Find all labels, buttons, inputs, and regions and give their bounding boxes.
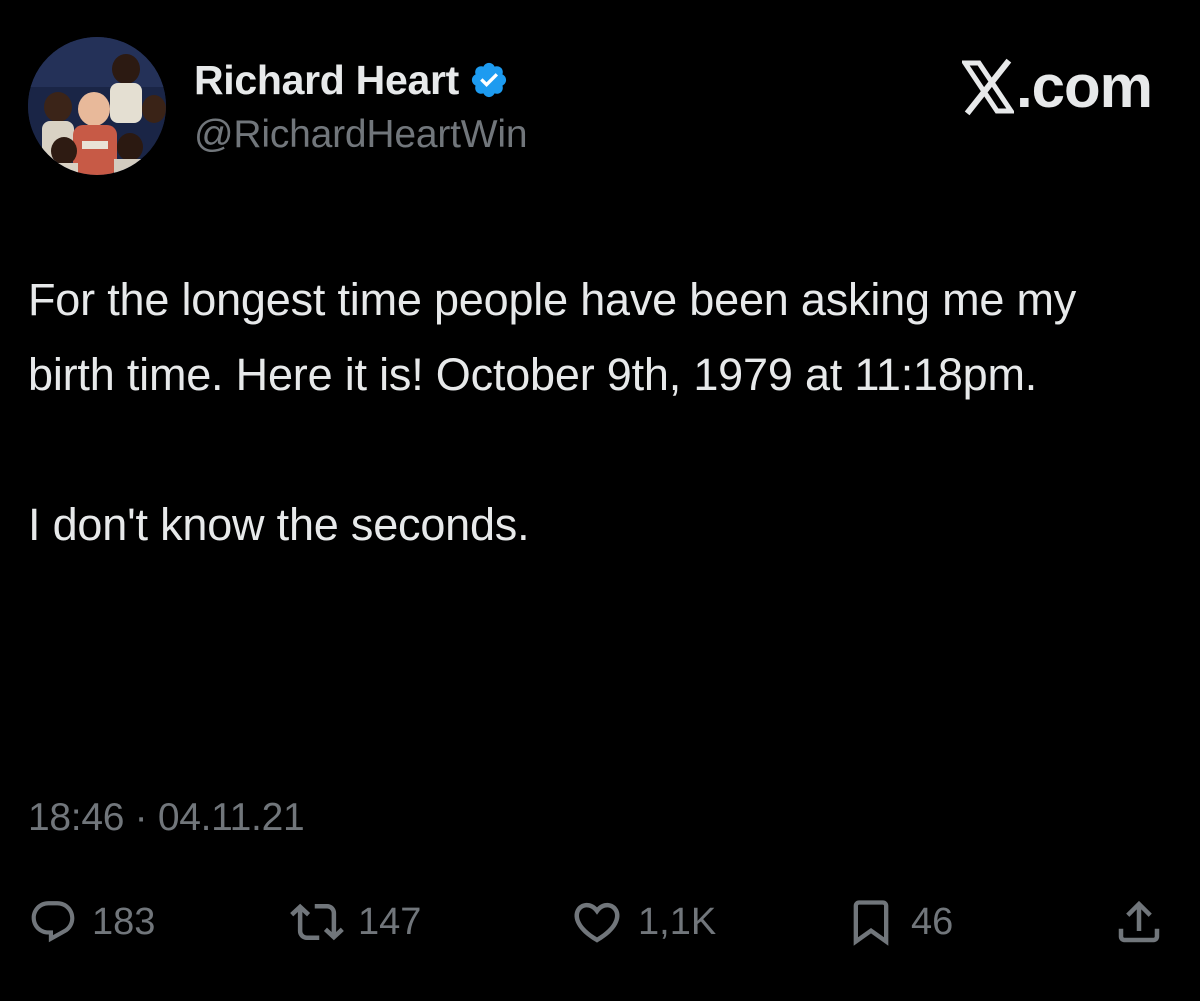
- bookmark-count: 46: [911, 900, 954, 943]
- tweet-paragraph: I don't know the seconds.: [28, 499, 530, 550]
- repost-count: 147: [358, 900, 422, 943]
- reply-button[interactable]: 183: [28, 890, 155, 954]
- x-logo-icon: [960, 57, 1016, 117]
- tweet-card: Richard Heart @RichardHeartWin .com For …: [0, 0, 1200, 1001]
- verified-badge-icon: [469, 60, 509, 100]
- like-count: 1,1K: [638, 900, 717, 943]
- brand-watermark: .com: [960, 52, 1153, 121]
- reply-icon: [31, 901, 75, 943]
- repost-button[interactable]: 147: [290, 890, 421, 954]
- share-button[interactable]: [1112, 890, 1166, 954]
- bookmark-icon: [853, 900, 889, 946]
- bookmark-button[interactable]: 46: [845, 890, 953, 954]
- reply-count: 183: [92, 900, 156, 943]
- author-name-row[interactable]: Richard Heart: [194, 56, 509, 104]
- tweet-paragraph: For the longest time people have been as…: [28, 274, 1077, 400]
- tweet-timestamp[interactable]: 18:46 · 04.11.21: [28, 796, 305, 840]
- avatar-image: [28, 37, 166, 175]
- brand-label: .com: [1015, 53, 1153, 120]
- avatar[interactable]: [28, 37, 166, 175]
- author-name[interactable]: Richard Heart: [194, 57, 459, 104]
- heart-icon: [574, 902, 620, 943]
- like-button[interactable]: 1,1K: [570, 890, 716, 954]
- tweet-text: For the longest time people have been as…: [28, 262, 1158, 562]
- author-handle[interactable]: @RichardHeartWin: [194, 113, 528, 157]
- action-bar: 183 147 1,1K 46: [0, 890, 1200, 954]
- repost-icon: [290, 903, 344, 941]
- share-icon: [1118, 900, 1160, 943]
